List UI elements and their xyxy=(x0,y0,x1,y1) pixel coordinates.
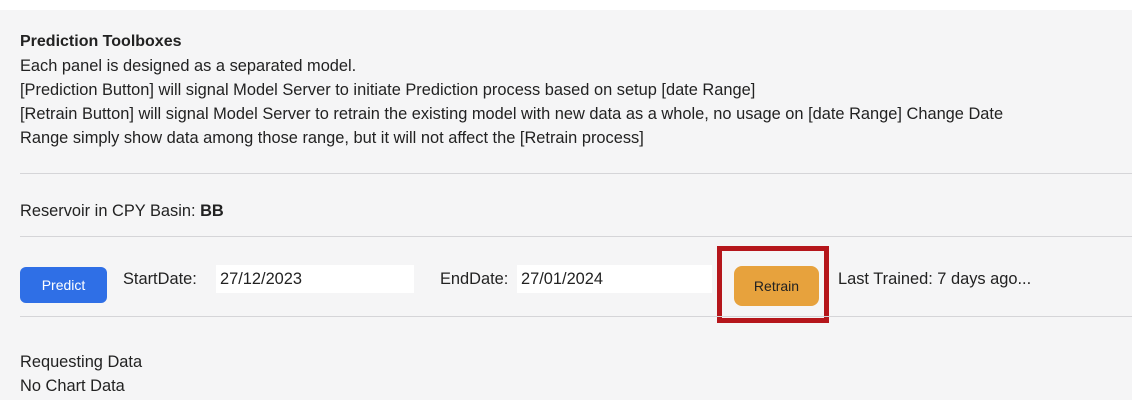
info-section: Prediction Toolboxes Each panel is desig… xyxy=(0,10,1132,150)
start-date-input[interactable] xyxy=(216,265,414,293)
status-section: Requesting Data No Chart Data xyxy=(20,350,142,398)
start-date-label: StartDate: xyxy=(123,270,197,288)
retrain-button[interactable]: Retrain xyxy=(734,266,819,306)
info-line: [Prediction Button] will signal Model Se… xyxy=(20,81,756,99)
panel-heading: Prediction Toolboxes xyxy=(20,33,182,50)
divider xyxy=(20,236,1132,237)
reservoir-label: Reservoir in CPY Basin: xyxy=(20,202,196,220)
predict-button[interactable]: Predict xyxy=(20,267,107,303)
divider xyxy=(20,316,1132,317)
end-date-label: EndDate: xyxy=(440,270,509,288)
info-line: [Retrain Button] will signal Model Serve… xyxy=(20,105,1004,123)
chart-status: No Chart Data xyxy=(20,377,125,395)
reservoir-value: BB xyxy=(200,202,224,220)
requesting-status: Requesting Data xyxy=(20,353,143,371)
info-line: Range simply show data among those range… xyxy=(20,129,644,147)
last-trained-text: Last Trained: 7 days ago... xyxy=(838,270,1032,288)
info-line: Each panel is designed as a separated mo… xyxy=(20,57,357,75)
divider xyxy=(20,173,1132,174)
reservoir-row: Reservoir in CPY Basin: BB xyxy=(20,202,224,221)
end-date-input[interactable] xyxy=(517,265,712,293)
controls-row: Predict StartDate: EndDate: Retrain Last… xyxy=(20,246,1120,323)
prediction-panel: Prediction Toolboxes Each panel is desig… xyxy=(0,0,1132,400)
